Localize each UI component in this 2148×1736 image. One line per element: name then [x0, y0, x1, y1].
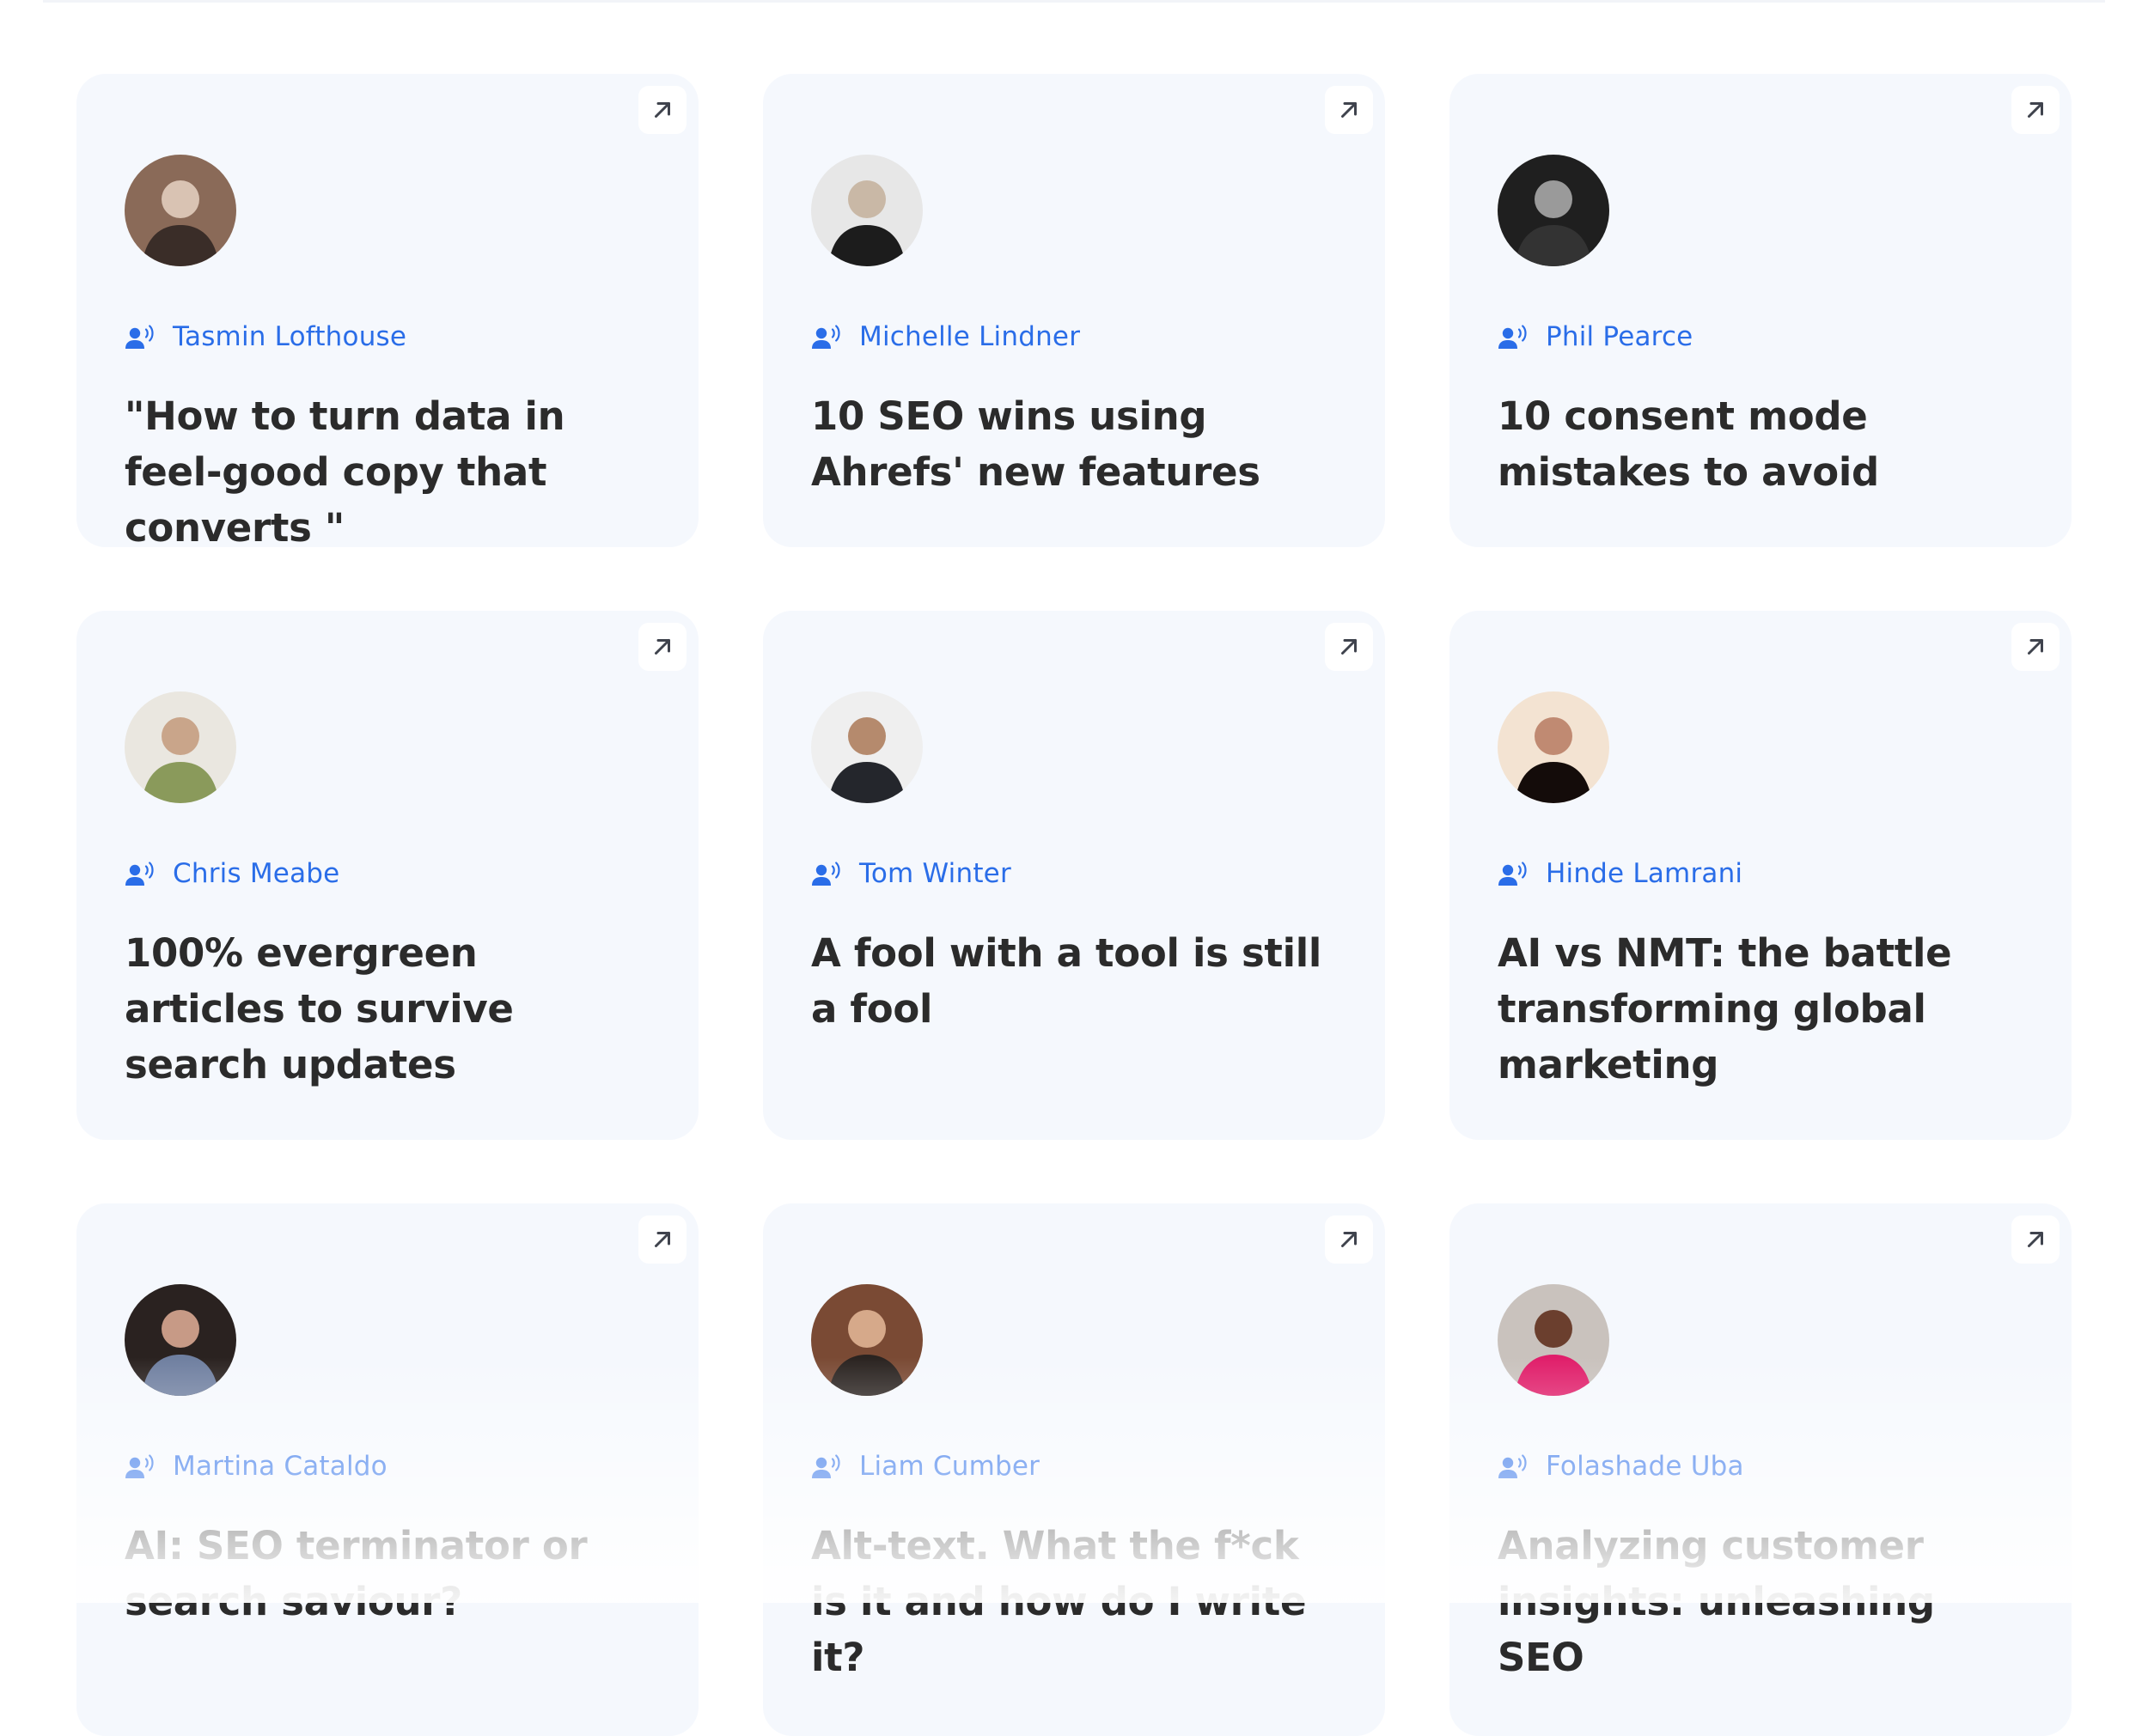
avatar — [1498, 691, 1609, 803]
avatar-photo-icon — [811, 1284, 923, 1396]
avatar-photo-icon — [811, 155, 923, 266]
previous-section-edge — [43, 0, 2105, 3]
avatar — [1498, 1284, 1609, 1396]
avatar — [1498, 155, 1609, 266]
arrow-up-right-icon — [2023, 634, 2048, 660]
talk-card-5[interactable]: Tom Winter A fool with a tool is still a… — [763, 611, 1385, 1140]
author-row: Tasmin Lofthouse — [125, 320, 650, 354]
talk-card-3[interactable]: Phil Pearce 10 consent mode mistakes to … — [1449, 74, 2072, 547]
avatar — [811, 691, 923, 803]
open-link-button[interactable] — [1325, 1215, 1373, 1264]
arrow-up-right-icon — [1336, 634, 1362, 660]
author-name[interactable]: Chris Meabe — [173, 858, 339, 889]
arrow-up-right-icon — [1336, 97, 1362, 123]
avatar — [125, 691, 236, 803]
talk-title[interactable]: Alt-text. What the f*ck is it and how do… — [811, 1518, 1337, 1685]
author-row: Chris Meabe — [125, 856, 650, 891]
avatar-photo-icon — [1498, 155, 1609, 266]
record-voice-icon — [811, 324, 842, 350]
record-voice-icon — [1498, 324, 1529, 350]
record-voice-icon — [1498, 1453, 1529, 1479]
talk-card-4[interactable]: Chris Meabe 100% evergreen articles to s… — [76, 611, 699, 1140]
author-name[interactable]: Folashade Uba — [1546, 1451, 1744, 1482]
author-row: Michelle Lindner — [811, 320, 1337, 354]
talk-title[interactable]: "How to turn data in feel-good copy that… — [125, 388, 650, 556]
arrow-up-right-icon — [650, 97, 675, 123]
arrow-up-right-icon — [2023, 1227, 2048, 1252]
avatar-photo-icon — [125, 155, 236, 266]
record-voice-icon — [125, 861, 156, 886]
author-name[interactable]: Michelle Lindner — [859, 321, 1080, 352]
talk-card-7[interactable]: Martina Cataldo AI: SEO terminator or se… — [76, 1203, 699, 1736]
talk-title[interactable]: Analyzing customer insights: unleashing … — [1498, 1518, 2023, 1685]
record-voice-icon — [811, 861, 842, 886]
talk-card-2[interactable]: Michelle Lindner 10 SEO wins using Ahref… — [763, 74, 1385, 547]
open-link-button[interactable] — [638, 86, 687, 134]
talk-title[interactable]: AI: SEO terminator or search saviour? — [125, 1518, 650, 1629]
avatar — [811, 1284, 923, 1396]
arrow-up-right-icon — [650, 634, 675, 660]
record-voice-icon — [1498, 861, 1529, 886]
talk-card-9[interactable]: Folashade Uba Analyzing customer insight… — [1449, 1203, 2072, 1736]
arrow-up-right-icon — [650, 1227, 675, 1252]
author-name[interactable]: Phil Pearce — [1546, 321, 1693, 352]
avatar-photo-icon — [125, 691, 236, 803]
open-link-button[interactable] — [638, 1215, 687, 1264]
author-name[interactable]: Liam Cumber — [859, 1451, 1040, 1482]
author-name[interactable]: Tom Winter — [859, 858, 1011, 889]
arrow-up-right-icon — [1336, 1227, 1362, 1252]
avatar — [125, 155, 236, 266]
author-name[interactable]: Martina Cataldo — [173, 1451, 387, 1482]
talk-card-8[interactable]: Liam Cumber Alt-text. What the f*ck is i… — [763, 1203, 1385, 1736]
avatar — [811, 155, 923, 266]
record-voice-icon — [125, 324, 156, 350]
author-row: Tom Winter — [811, 856, 1337, 891]
open-link-button[interactable] — [638, 623, 687, 671]
author-name[interactable]: Hinde Lamrani — [1546, 858, 1742, 889]
author-row: Martina Cataldo — [125, 1449, 650, 1483]
arrow-up-right-icon — [2023, 97, 2048, 123]
avatar-photo-icon — [125, 1284, 236, 1396]
open-link-button[interactable] — [2011, 623, 2060, 671]
talk-card-1[interactable]: Tasmin Lofthouse "How to turn data in fe… — [76, 74, 699, 551]
author-row: Liam Cumber — [811, 1449, 1337, 1483]
author-row: Phil Pearce — [1498, 320, 2023, 354]
talk-title[interactable]: 10 consent mode mistakes to avoid — [1498, 388, 2023, 500]
open-link-button[interactable] — [2011, 1215, 2060, 1264]
author-row: Folashade Uba — [1498, 1449, 2023, 1483]
avatar-photo-icon — [1498, 691, 1609, 803]
avatar-photo-icon — [1498, 1284, 1609, 1396]
avatar — [125, 1284, 236, 1396]
avatar-photo-icon — [811, 691, 923, 803]
talk-card-6[interactable]: Hinde Lamrani AI vs NMT: the battle tran… — [1449, 611, 2072, 1140]
author-name[interactable]: Tasmin Lofthouse — [173, 321, 406, 352]
open-link-button[interactable] — [1325, 623, 1373, 671]
record-voice-icon — [125, 1453, 156, 1479]
talk-title[interactable]: 100% evergreen articles to survive searc… — [125, 925, 650, 1093]
author-row: Hinde Lamrani — [1498, 856, 2023, 891]
record-voice-icon — [811, 1453, 842, 1479]
talk-title[interactable]: AI vs NMT: the battle transforming globa… — [1498, 925, 2023, 1093]
talk-title[interactable]: 10 SEO wins using Ahrefs' new features — [811, 388, 1337, 500]
open-link-button[interactable] — [2011, 86, 2060, 134]
talk-title[interactable]: A fool with a tool is still a fool — [811, 925, 1337, 1037]
speaker-card-grid: Tasmin Lofthouse "How to turn data in fe… — [76, 74, 2072, 1736]
open-link-button[interactable] — [1325, 86, 1373, 134]
